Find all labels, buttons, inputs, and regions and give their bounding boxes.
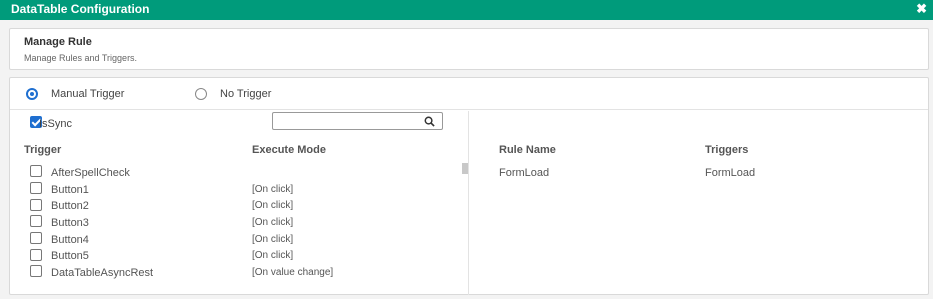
manage-rule-heading: Manage Rule	[24, 36, 92, 48]
trigger-mode: [On click]	[252, 200, 294, 211]
manage-rule-panel: Manage Rule Manage Rules and Triggers.	[9, 28, 929, 70]
trigger-checkbox[interactable]	[30, 232, 42, 244]
trigger-checkbox[interactable]	[30, 249, 42, 261]
search-icon[interactable]	[424, 116, 435, 127]
trigger-mode: [On click]	[252, 217, 294, 228]
datatable-config-dialog: DataTable Configuration ✖ Manage Rule Ma…	[0, 0, 933, 299]
rule-triggers-cell[interactable]: FormLoad	[705, 167, 755, 179]
trigger-mode: [On click]	[252, 234, 294, 245]
dialog-titlebar: DataTable Configuration ✖	[0, 0, 933, 20]
manage-rule-subtitle: Manage Rules and Triggers.	[24, 53, 138, 63]
no-trigger-radio[interactable]	[195, 88, 207, 100]
execute-mode-column-header: Execute Mode	[252, 144, 326, 156]
trigger-type-selector: Manual Trigger No Trigger	[10, 78, 928, 110]
trigger-checkbox[interactable]	[30, 199, 42, 211]
issync-label: IsSync	[39, 118, 73, 130]
trigger-checkbox[interactable]	[30, 265, 42, 277]
trigger-checkbox[interactable]	[30, 182, 42, 194]
triggers-column-header: Triggers	[705, 144, 749, 156]
trigger-name: Button2	[51, 200, 89, 212]
trigger-name: Button5	[51, 250, 89, 262]
trigger-mode: [On click]	[252, 184, 294, 195]
trigger-name: Button1	[51, 184, 89, 196]
trigger-checkbox[interactable]	[30, 165, 42, 177]
rule-name-cell[interactable]: FormLoad	[499, 167, 549, 179]
manual-trigger-radio[interactable]	[26, 88, 38, 100]
trigger-name: AfterSpellCheck	[51, 167, 130, 179]
trigger-checkbox[interactable]	[30, 215, 42, 227]
trigger-name: DataTableAsyncRest	[51, 267, 154, 279]
trigger-column-header: Trigger	[24, 144, 62, 156]
rule-name-column-header: Rule Name	[499, 144, 556, 156]
manual-trigger-label[interactable]: Manual Trigger	[51, 88, 124, 100]
trigger-mode: [On value change]	[252, 267, 334, 278]
trigger-name: Button3	[51, 217, 89, 229]
trigger-list-scrollbar[interactable]	[462, 163, 468, 174]
dialog-title: DataTable Configuration	[11, 2, 150, 16]
search-input[interactable]	[272, 112, 443, 130]
rule-editor-panel: Manual Trigger No Trigger IsSync Trigger…	[9, 77, 929, 295]
no-trigger-label[interactable]: No Trigger	[220, 88, 271, 100]
trigger-name: Button4	[51, 234, 89, 246]
close-icon[interactable]: ✖	[916, 1, 927, 17]
trigger-mode: [On click]	[252, 250, 294, 261]
